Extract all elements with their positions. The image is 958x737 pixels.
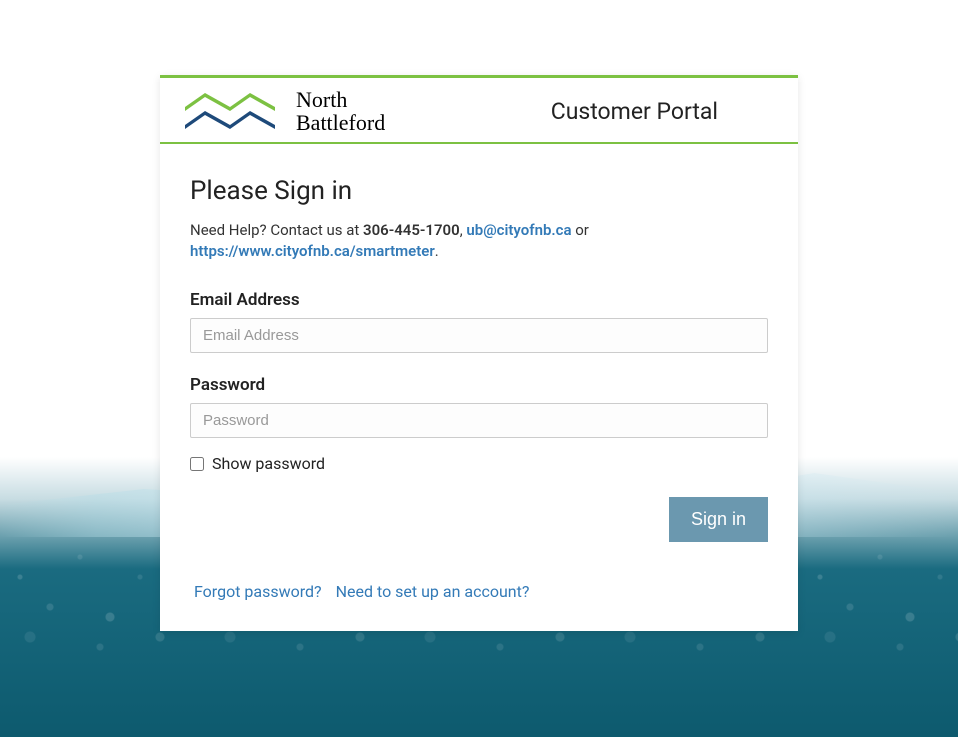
portal-title: Customer Portal <box>551 98 718 125</box>
links-row: Forgot password? Need to set up an accou… <box>190 582 768 601</box>
help-phone: 306-445-1700 <box>363 221 460 239</box>
logo-text: North Battleford <box>296 88 385 134</box>
help-text: Need Help? Contact us at 306-445-1700, u… <box>190 220 768 262</box>
email-label: Email Address <box>190 290 768 310</box>
help-url-link[interactable]: https://www.cityofnb.ca/smartmeter <box>190 242 435 260</box>
show-password-label[interactable]: Show password <box>212 454 325 473</box>
setup-account-link[interactable]: Need to set up an account? <box>336 582 530 601</box>
card-body: Please Sign in Need Help? Contact us at … <box>160 144 798 631</box>
logo-mark-icon <box>180 89 280 133</box>
email-field[interactable] <box>190 318 768 353</box>
help-sep2: or <box>572 221 589 239</box>
signin-button[interactable]: Sign in <box>669 497 768 542</box>
button-row: Sign in <box>190 497 768 542</box>
logo-line2: Battleford <box>296 111 385 134</box>
card-header: North Battleford Customer Portal <box>160 75 798 144</box>
show-password-row: Show password <box>190 454 768 473</box>
password-label: Password <box>190 375 768 395</box>
help-prefix: Need Help? Contact us at <box>190 221 363 239</box>
help-email-link[interactable]: ub@cityofnb.ca <box>466 221 571 239</box>
show-password-checkbox[interactable] <box>190 457 204 471</box>
forgot-password-link[interactable]: Forgot password? <box>194 582 322 601</box>
logo-line1: North <box>296 88 385 111</box>
signin-title: Please Sign in <box>190 176 768 206</box>
signin-card: North Battleford Customer Portal Please … <box>160 75 798 631</box>
help-suffix: . <box>435 242 439 260</box>
password-field[interactable] <box>190 403 768 438</box>
logo: North Battleford <box>180 88 385 134</box>
